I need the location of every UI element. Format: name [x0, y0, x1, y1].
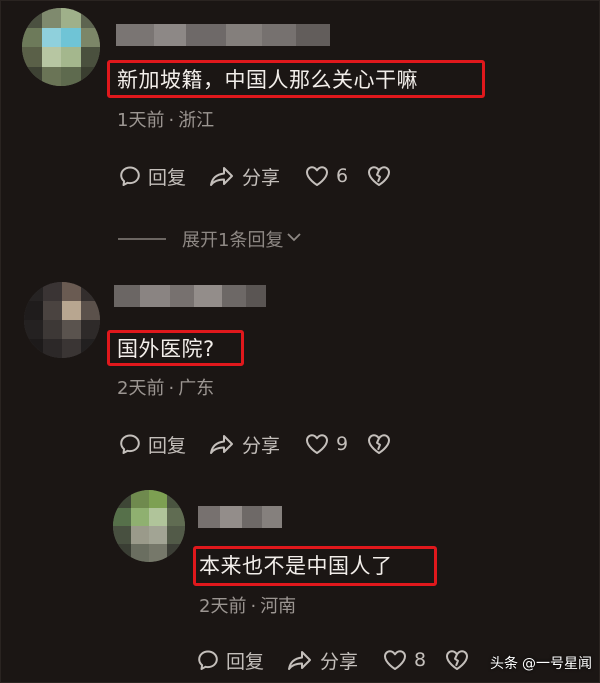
- comment-meta: 2天前 · 河南: [199, 592, 296, 618]
- reply-label: 回复: [148, 166, 187, 189]
- dislike-button[interactable]: [366, 164, 392, 188]
- expand-divider: [118, 238, 166, 240]
- separator-dot: ·: [168, 378, 175, 399]
- share-label: 分享: [320, 650, 359, 673]
- like-icon: [304, 432, 330, 456]
- chevron-down-icon: [285, 228, 303, 251]
- share-label: 分享: [242, 166, 281, 189]
- separator-dot: ·: [168, 110, 175, 131]
- reply-label: 回复: [226, 650, 265, 673]
- like-count: 9: [336, 433, 349, 455]
- highlight-box: [107, 60, 485, 98]
- username-blurred[interactable]: [116, 24, 330, 46]
- share-icon: [208, 432, 236, 456]
- like-button[interactable]: 6: [304, 164, 348, 188]
- like-count: 8: [414, 649, 427, 671]
- share-icon: [286, 648, 314, 672]
- comment-location: 河南: [260, 596, 297, 617]
- comment-meta: 2天前 · 广东: [117, 374, 214, 400]
- share-button[interactable]: 分享: [286, 647, 358, 674]
- avatar[interactable]: [22, 8, 100, 86]
- reply-icon: [118, 432, 142, 456]
- like-count: 6: [336, 165, 349, 187]
- watermark-account: @一号星闻: [522, 656, 592, 672]
- like-button[interactable]: 9: [304, 432, 348, 456]
- dislike-button[interactable]: [366, 432, 392, 456]
- reply-icon: [196, 648, 220, 672]
- reply-icon: [118, 164, 142, 188]
- comment-date: 2天前: [117, 378, 165, 399]
- watermark-brand: 头条: [490, 656, 518, 672]
- reply-button[interactable]: 回复: [118, 163, 186, 190]
- expand-replies-label: 展开1条回复: [182, 230, 284, 251]
- like-icon: [304, 164, 330, 188]
- share-label: 分享: [242, 434, 281, 457]
- like-button[interactable]: 8: [382, 648, 426, 672]
- like-icon: [382, 648, 408, 672]
- username-blurred[interactable]: [114, 285, 266, 307]
- avatar[interactable]: [24, 282, 100, 358]
- comment-location: 浙江: [178, 110, 215, 131]
- highlight-box: [107, 330, 244, 366]
- reply-label: 回复: [148, 434, 187, 457]
- expand-replies-button[interactable]: 展开1条回复: [118, 226, 303, 252]
- share-icon: [208, 164, 236, 188]
- dislike-icon: [366, 432, 392, 456]
- avatar[interactable]: [113, 490, 185, 562]
- comment-date: 2天前: [199, 596, 247, 617]
- comment-date: 1天前: [117, 110, 165, 131]
- action-bar: 回复 分享 6: [118, 160, 392, 192]
- highlight-box: [193, 546, 437, 586]
- watermark: 头条 @一号星闻: [490, 653, 592, 673]
- dislike-icon: [444, 648, 470, 672]
- reply-button[interactable]: 回复: [196, 647, 264, 674]
- share-button[interactable]: 分享: [208, 163, 280, 190]
- username-blurred[interactable]: [198, 506, 282, 528]
- action-bar: 回复 分享 8: [196, 644, 470, 676]
- share-button[interactable]: 分享: [208, 431, 280, 458]
- dislike-icon: [366, 164, 392, 188]
- comment-meta: 1天前 · 浙江: [117, 106, 214, 132]
- action-bar: 回复 分享 9: [118, 428, 392, 460]
- dislike-button[interactable]: [444, 648, 470, 672]
- reply-button[interactable]: 回复: [118, 431, 186, 458]
- comment-location: 广东: [178, 378, 215, 399]
- separator-dot: ·: [250, 596, 257, 617]
